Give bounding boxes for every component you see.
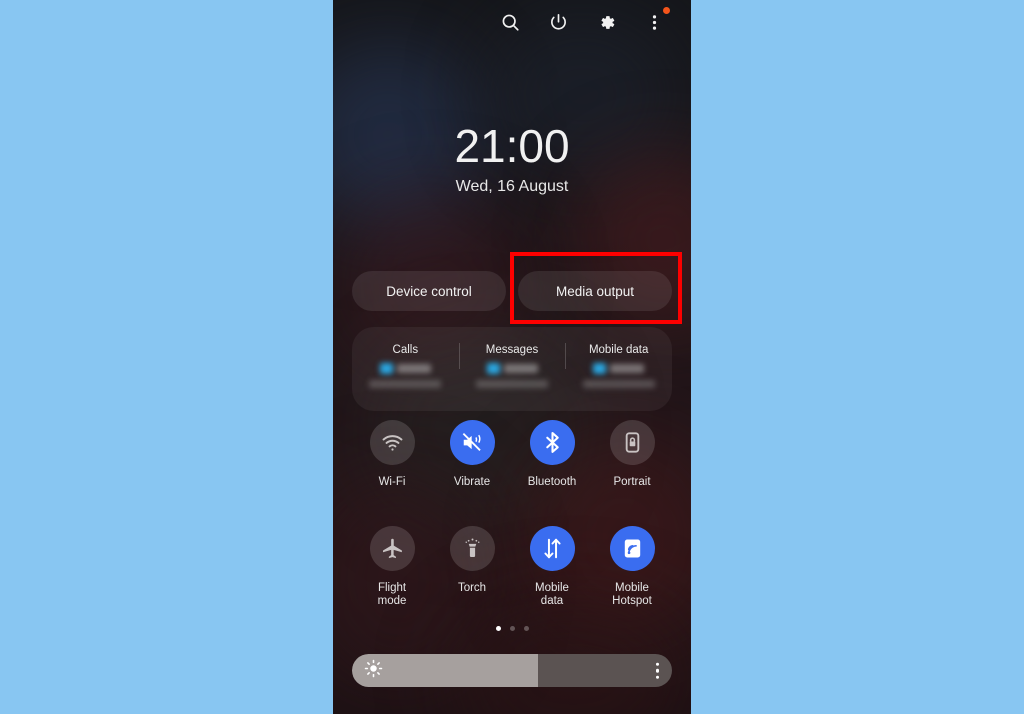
toggle-portrait[interactable]: Portrait: [592, 420, 672, 489]
clock-date: Wed, 16 August: [455, 178, 569, 195]
search-icon[interactable]: [498, 10, 522, 34]
brightness-sun-icon: [364, 659, 383, 683]
toggle-mobile-hotspot[interactable]: Mobile Hotspot: [592, 526, 672, 608]
toggle-bluetooth[interactable]: Bluetooth: [512, 420, 592, 489]
toggle-label: Torch: [457, 582, 487, 594]
sim-column-title: Mobile data: [588, 344, 649, 356]
quick-toggle-row-2: Flight mode Torch Mobile data Mobile Hot…: [352, 526, 672, 608]
sim-column-mobile-data[interactable]: Mobile data: [565, 327, 672, 411]
more-options-icon[interactable]: [642, 7, 670, 34]
sim-value-blurred: [352, 363, 459, 374]
sim-info-card[interactable]: Calls Messages Mobile data: [352, 327, 672, 411]
page-dot-3[interactable]: [523, 626, 529, 631]
page-indicator: [333, 626, 691, 631]
phone-screen: 21:00 Wed, 16 August Device control Medi…: [333, 0, 691, 714]
page-dot-2[interactable]: [509, 626, 515, 631]
toggle-label: Bluetooth: [527, 476, 577, 488]
toggle-vibrate[interactable]: Vibrate: [432, 420, 512, 489]
toggle-label: Mobile Hotspot: [612, 582, 652, 607]
hotspot-icon: [609, 526, 655, 571]
wifi-icon: [369, 420, 415, 465]
sim-column-messages[interactable]: Messages: [458, 327, 566, 411]
quick-action-pills: Device control Media output: [352, 271, 672, 311]
sim-value-blurred: [565, 363, 672, 374]
sim-subvalue-blurred: [582, 380, 655, 388]
page-dot-1[interactable]: [495, 626, 501, 631]
toggle-label: Vibrate: [453, 476, 491, 488]
sim-subvalue-blurred: [369, 380, 442, 388]
sim-value-blurred: [459, 363, 566, 374]
toggle-wifi[interactable]: Wi-Fi: [352, 420, 432, 489]
flashlight-icon: [449, 526, 495, 571]
quick-panel-topbar: [333, 0, 691, 44]
airplane-icon: [369, 526, 415, 571]
rotation-lock-icon: [609, 420, 655, 465]
device-control-button[interactable]: Device control: [352, 271, 506, 311]
vibrate-icon: [449, 420, 495, 465]
sim-column-title: Messages: [485, 344, 539, 356]
toggle-label: Wi-Fi: [378, 476, 406, 488]
gear-icon[interactable]: [594, 10, 618, 34]
toggle-torch[interactable]: Torch: [432, 526, 512, 608]
brightness-more-options-icon[interactable]: [655, 662, 659, 679]
quick-toggle-row-1: Wi-Fi Vibrate Bluetooth Portrait: [352, 420, 672, 489]
bluetooth-icon: [529, 420, 575, 465]
toggle-label: Flight mode: [377, 582, 407, 607]
mobile-data-icon: [529, 526, 575, 571]
toggle-flight-mode[interactable]: Flight mode: [352, 526, 432, 608]
sim-column-calls[interactable]: Calls: [352, 327, 459, 411]
power-icon[interactable]: [546, 10, 570, 34]
clock-time: 21:00: [454, 120, 570, 172]
sim-column-title: Calls: [392, 344, 419, 356]
notification-badge-dot: [663, 7, 670, 14]
toggle-label: Portrait: [613, 476, 651, 488]
toggle-label: Mobile data: [535, 582, 569, 607]
toggle-mobile-data[interactable]: Mobile data: [512, 526, 592, 608]
clock-widget[interactable]: 21:00 Wed, 16 August: [333, 118, 691, 198]
media-output-button[interactable]: Media output: [518, 271, 672, 311]
sim-subvalue-blurred: [476, 380, 548, 388]
brightness-slider[interactable]: [352, 654, 672, 687]
